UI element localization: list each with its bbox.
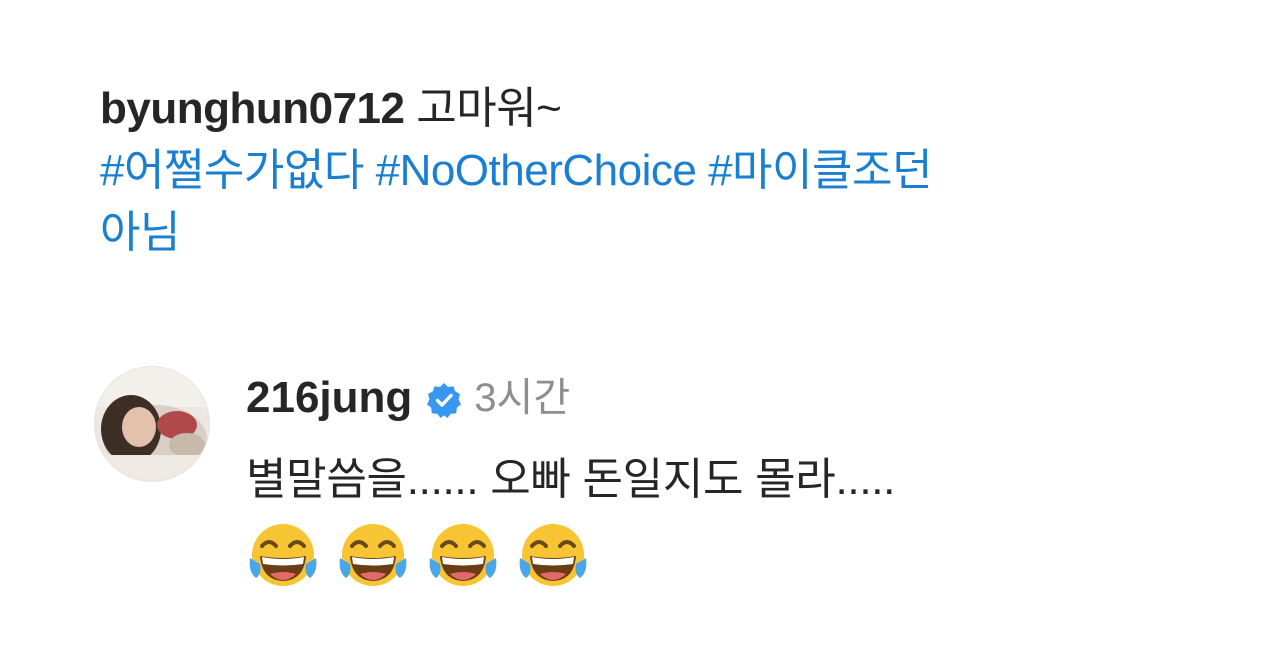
hashtag-link[interactable]: #NoOtherChoice [376, 146, 697, 195]
caption-hashtags-line: #어쩔수가없다 #NoOtherChoice #마이클조던 [100, 140, 1200, 202]
caption-third-line: 아님 [100, 202, 1200, 264]
face-with-tears-of-joy-emoji-icon [249, 524, 317, 586]
hashtag-link[interactable]: #어쩔수가없다 [100, 146, 364, 195]
face-with-tears-of-joy-emoji-icon [519, 524, 587, 586]
comment-username[interactable]: 216jung [246, 368, 412, 428]
hashtag-link[interactable]: #마이클조던 [708, 146, 932, 195]
avatar-photo [95, 367, 209, 481]
face-with-tears-of-joy-emoji-icon [429, 524, 497, 586]
avatar[interactable] [94, 366, 210, 482]
comment-text: 별말씀을...... 오빠 돈일지도 몰라..... [246, 455, 896, 504]
caption-username[interactable]: byunghun0712 [100, 84, 405, 133]
face-with-tears-of-joy-emoji-icon [339, 524, 407, 586]
caption-first-line: byunghun0712 고마워~ [100, 78, 1200, 140]
post-caption: byunghun0712 고마워~ #어쩔수가없다 #NoOtherChoice… [100, 78, 1200, 264]
comment-header: 216jung 3시간 [246, 368, 570, 428]
caption-text: 고마워~ [416, 84, 562, 133]
comment-item: 216jung 3시간 별말씀을...... 오빠 돈일지도 몰라..... [94, 362, 1244, 622]
comment-body: 별말씀을...... 오빠 돈일지도 몰라..... [246, 444, 1236, 594]
hashtag-continuation[interactable]: 아님 [100, 208, 180, 257]
comment-timestamp: 3시간 [474, 376, 571, 420]
emoji-row [246, 520, 1236, 594]
verified-badge-icon [427, 383, 462, 418]
